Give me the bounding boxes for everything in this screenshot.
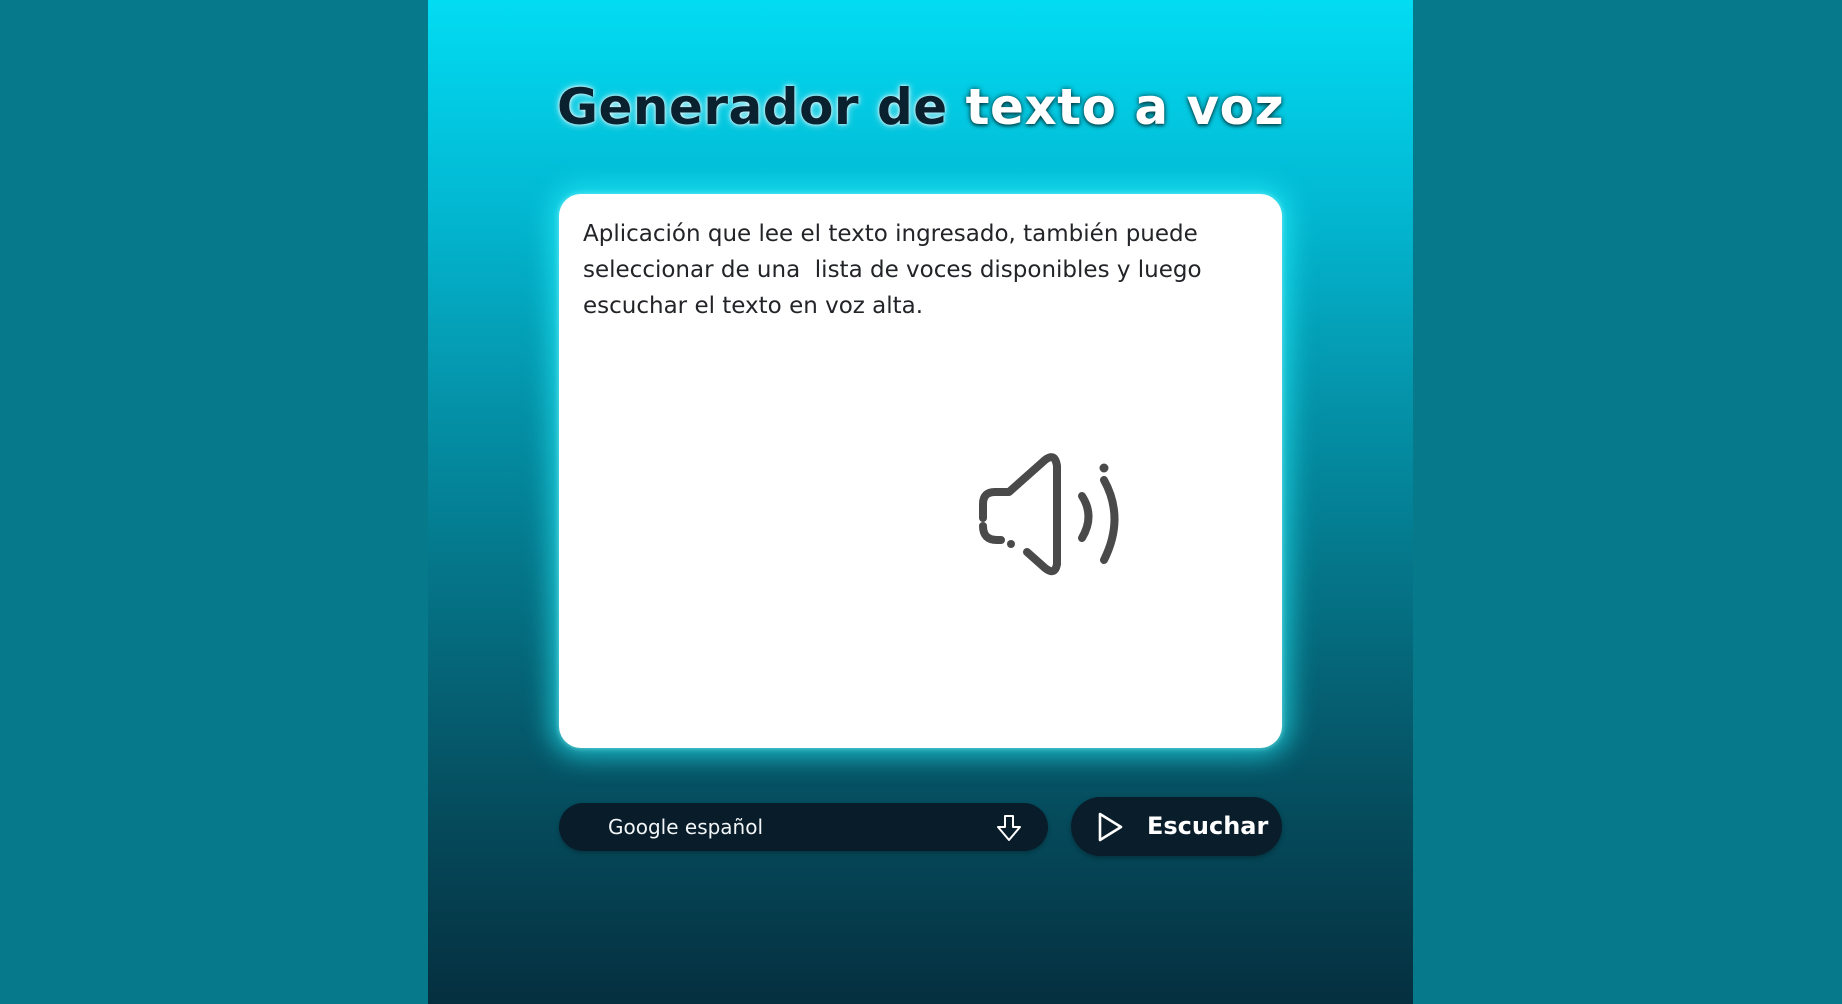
text-card: Aplicación que lee el texto ingresado, t… [559,194,1282,748]
voice-select[interactable]: Google español [559,803,1048,851]
listen-button[interactable]: Escuchar [1071,797,1282,856]
app-panel: Generador de texto a voz Aplicación que … [428,0,1413,1004]
text-input[interactable]: Aplicación que lee el texto ingresado, t… [583,216,1258,336]
title-part-2: texto a voz [965,78,1285,136]
download-arrow-icon[interactable] [994,813,1024,843]
voice-select-value: Google español [608,815,764,839]
page-title: Generador de texto a voz [428,72,1413,142]
title-part-1: Generador de [556,78,948,136]
speaker-volume-icon [979,453,1119,576]
listen-button-label: Escuchar [1147,812,1269,840]
play-icon [1098,812,1123,842]
